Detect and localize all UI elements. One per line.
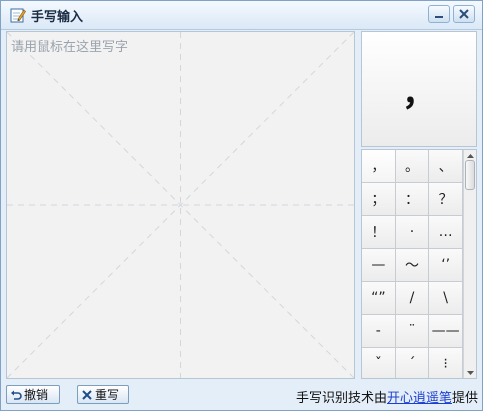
candidate-cell[interactable]: “”: [362, 282, 396, 315]
minimize-icon: [435, 16, 443, 18]
candidate-cell[interactable]: ；: [362, 183, 396, 216]
candidate-cell[interactable]: ˇ: [362, 348, 396, 378]
candidate-cell[interactable]: 。: [395, 150, 430, 183]
close-button[interactable]: [453, 5, 475, 23]
credit-link[interactable]: 开心逍遥笔: [387, 391, 452, 406]
handwriting-canvas[interactable]: 请用鼠标在这里写字: [6, 31, 355, 379]
candidate-cell[interactable]: ，: [362, 150, 396, 183]
undo-button[interactable]: 撤销: [6, 385, 60, 404]
rewrite-button[interactable]: 重写: [77, 385, 129, 404]
candidate-cell[interactable]: \: [429, 282, 463, 315]
candidate-cell[interactable]: ：: [395, 183, 430, 216]
recognized-preview: ，: [361, 31, 477, 147]
credit-suffix: 提供: [451, 391, 478, 406]
canvas-hint: 请用鼠标在这里写字: [11, 40, 129, 55]
rewrite-label: 重写: [95, 388, 120, 402]
candidate-cell[interactable]: ˊ: [395, 348, 430, 378]
clear-x-icon: [82, 389, 92, 400]
candidate-cell[interactable]: ·: [395, 216, 430, 249]
candidate-cell[interactable]: ？: [429, 183, 463, 216]
candidate-cell[interactable]: ——: [429, 315, 463, 348]
candidate-cell[interactable]: /: [395, 282, 430, 315]
candidate-cell[interactable]: ～: [395, 249, 430, 282]
preview-char: ，: [402, 74, 436, 114]
candidate-cell[interactable]: 、: [429, 150, 463, 183]
candidate-list: ，。、 ；：？ ！ ·… — ～ ‘’ “” / \ - ¨ —— ˇ ˊ ⁝: [361, 149, 477, 379]
title-bar[interactable]: 手写输入: [1, 1, 482, 30]
candidate-grid: ，。、 ；：？ ！ ·… — ～ ‘’ “” / \ - ¨ —— ˇ ˊ ⁝: [362, 150, 463, 378]
candidate-cell[interactable]: -: [362, 315, 396, 348]
handwriting-input-window: 手写输入 请用鼠标在这里写字 ， ，。、；：？！ ·… — ～ ‘’ “” / …: [0, 0, 483, 411]
scroll-thumb[interactable]: [465, 160, 475, 190]
undo-label: 撤销: [24, 388, 49, 402]
candidate-scrollbar[interactable]: [463, 150, 476, 378]
candidate-cell[interactable]: —: [362, 249, 396, 282]
scroll-down-arrow-icon[interactable]: [466, 369, 475, 377]
credit-prefix: 手写识别技术由: [295, 391, 387, 406]
minimize-button[interactable]: [428, 5, 450, 23]
scroll-up-arrow-icon[interactable]: [466, 152, 475, 160]
pencil-icon: [10, 7, 26, 23]
window-title: 手写输入: [31, 10, 84, 25]
bottom-bar: 撤销 重写 手写识别技术由开心逍遥笔提供: [1, 381, 482, 410]
candidate-cell[interactable]: ‘’: [429, 249, 463, 282]
close-icon: [459, 9, 469, 19]
candidate-cell[interactable]: ！: [362, 216, 396, 249]
candidate-cell[interactable]: …: [429, 216, 463, 249]
canvas-guide-lines: [7, 32, 354, 378]
undo-icon: [11, 390, 22, 400]
candidate-cell[interactable]: ⁝: [429, 348, 463, 378]
credit-text: 手写识别技术由开心逍遥笔提供: [296, 387, 478, 406]
candidate-cell[interactable]: ¨: [395, 315, 430, 348]
